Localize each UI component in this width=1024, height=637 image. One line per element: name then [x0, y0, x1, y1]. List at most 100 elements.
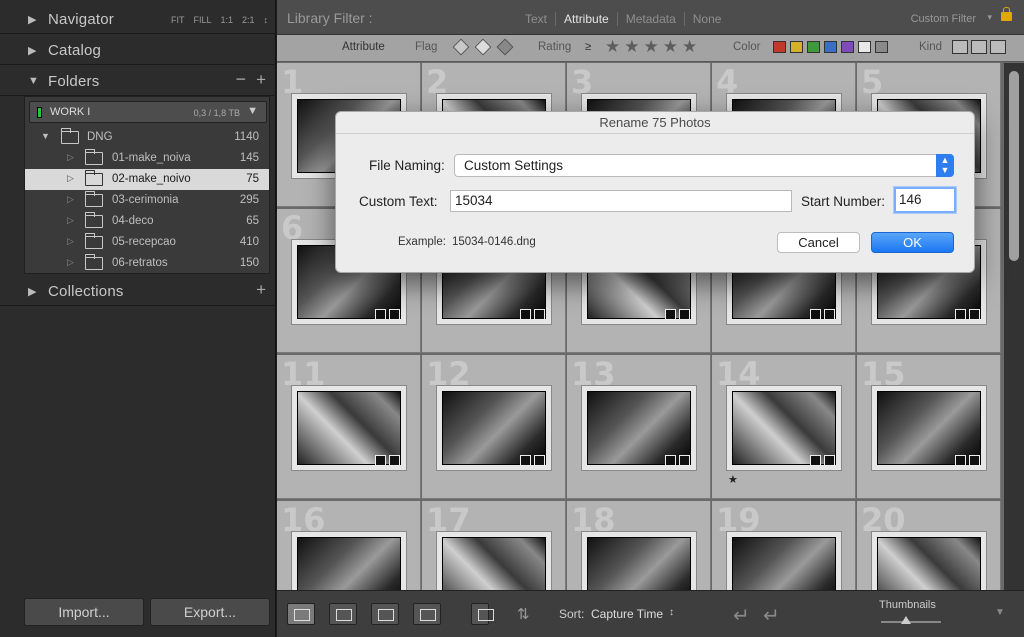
catalog-header[interactable]: ▶ Catalog: [0, 35, 276, 65]
photo-thumbnail[interactable]: [587, 391, 691, 465]
kind-virtual-copy-icon[interactable]: [971, 40, 987, 54]
photo-frame[interactable]: [581, 531, 697, 590]
metadata-badge-icon[interactable]: [665, 309, 676, 320]
grid-view-icon[interactable]: [287, 603, 315, 625]
expand-icon[interactable]: ▶: [28, 13, 36, 26]
slider-handle[interactable]: [901, 616, 911, 624]
photo-frame[interactable]: [581, 385, 697, 471]
metadata-badge-icon[interactable]: [955, 455, 966, 466]
scrollbar-thumb[interactable]: [1009, 71, 1019, 261]
collapse-icon[interactable]: ▼: [28, 75, 39, 87]
loupe-view-icon[interactable]: [329, 603, 357, 625]
rotate-left-icon[interactable]: ↵: [733, 603, 750, 628]
photo-frame[interactable]: [436, 531, 552, 590]
rating-stars[interactable]: ★★★★★: [605, 37, 701, 57]
color-green-swatch[interactable]: [807, 41, 820, 53]
photo-thumbnail[interactable]: [297, 391, 401, 465]
photo-frame[interactable]: [291, 385, 407, 471]
photo-thumbnail[interactable]: [877, 537, 981, 590]
develop-badge-icon[interactable]: [824, 309, 835, 320]
folder-row[interactable]: ▷ 04-deco 65: [25, 211, 269, 232]
remove-folder-button[interactable]: −: [235, 69, 246, 90]
color-none-swatch[interactable]: [875, 41, 888, 53]
photo-thumbnail[interactable]: [732, 391, 836, 465]
photo-cell[interactable]: 18: [567, 501, 711, 590]
tab-text[interactable]: Text: [517, 12, 555, 26]
color-blue-swatch[interactable]: [824, 41, 837, 53]
develop-badge-icon[interactable]: [534, 455, 545, 466]
photo-thumbnail[interactable]: [297, 537, 401, 590]
folders-header[interactable]: ▼ Folders − +: [0, 66, 276, 96]
rotate-right-icon[interactable]: ↵: [763, 603, 780, 628]
folder-row[interactable]: ▷ 01-make_noiva 145: [25, 148, 269, 169]
rating-star-icon[interactable]: ★: [728, 473, 738, 486]
develop-badge-icon[interactable]: [969, 309, 980, 320]
develop-badge-icon[interactable]: [679, 455, 690, 466]
folder-row-selected[interactable]: ▷ 02-make_noivo 75: [25, 169, 269, 190]
collections-header[interactable]: ▶ Collections +: [0, 276, 276, 306]
metadata-badge-icon[interactable]: [375, 309, 386, 320]
photo-cell[interactable]: 19: [712, 501, 856, 590]
filter-preset-dropdown[interactable]: Custom Filter: [911, 13, 976, 25]
develop-badge-icon[interactable]: [679, 309, 690, 320]
sort-chevron-icon[interactable]: ↕: [669, 607, 674, 618]
painter-icon[interactable]: [471, 603, 494, 625]
volume-menu-icon[interactable]: ▼: [247, 105, 258, 117]
metadata-badge-icon[interactable]: [520, 309, 531, 320]
develop-badge-icon[interactable]: [389, 455, 400, 466]
lock-icon[interactable]: [1001, 7, 1012, 21]
develop-badge-icon[interactable]: [534, 309, 545, 320]
folder-row[interactable]: ▷ 05-recepcao 410: [25, 232, 269, 253]
zoom-more-option[interactable]: ↕: [264, 15, 269, 25]
folder-expand-icon[interactable]: ▷: [67, 173, 74, 184]
kind-video-icon[interactable]: [990, 40, 1006, 54]
develop-badge-icon[interactable]: [824, 455, 835, 466]
zoom-fit-option[interactable]: FIT: [171, 15, 185, 25]
chevron-down-icon[interactable]: ▾: [987, 12, 992, 23]
photo-cell[interactable]: 12: [422, 355, 566, 499]
grid-scrollbar[interactable]: [1004, 63, 1024, 590]
tab-metadata[interactable]: Metadata: [616, 12, 684, 26]
expand-icon[interactable]: ▶: [28, 44, 36, 57]
folder-expand-icon[interactable]: ▷: [67, 194, 74, 205]
compare-view-icon[interactable]: [371, 603, 399, 625]
develop-badge-icon[interactable]: [389, 309, 400, 320]
photo-cell[interactable]: 16: [277, 501, 421, 590]
metadata-badge-icon[interactable]: [520, 455, 531, 466]
expand-icon[interactable]: ▶: [28, 285, 36, 298]
color-custom-swatch[interactable]: [858, 41, 871, 53]
photo-frame[interactable]: [871, 385, 987, 471]
sort-dropdown[interactable]: Capture Time: [591, 607, 663, 621]
add-folder-button[interactable]: +: [256, 70, 266, 90]
photo-frame[interactable]: [726, 385, 842, 471]
photo-frame[interactable]: [291, 531, 407, 590]
zoom-2-1-option[interactable]: 2:1: [242, 15, 255, 25]
photo-thumbnail[interactable]: [587, 537, 691, 590]
color-purple-swatch[interactable]: [841, 41, 854, 53]
photo-thumbnail[interactable]: [442, 537, 546, 590]
metadata-badge-icon[interactable]: [810, 455, 821, 466]
folder-expand-icon[interactable]: ▷: [67, 215, 74, 226]
export-button[interactable]: Export...: [150, 598, 270, 626]
photo-thumbnail[interactable]: [732, 537, 836, 590]
toolbar-menu-icon[interactable]: ▼: [995, 607, 1005, 618]
photo-cell[interactable]: 13: [567, 355, 711, 499]
color-yellow-swatch[interactable]: [790, 41, 803, 53]
survey-view-icon[interactable]: [413, 603, 441, 625]
kind-master-icon[interactable]: [952, 40, 968, 54]
folder-row[interactable]: ▷ 03-cerimonia 295: [25, 190, 269, 211]
photo-cell[interactable]: 11: [277, 355, 421, 499]
photo-cell[interactable]: 15: [857, 355, 1001, 499]
folder-row-root[interactable]: ▼ DNG 1140: [25, 127, 269, 148]
start-number-input[interactable]: 146: [894, 187, 956, 213]
tab-attribute[interactable]: Attribute: [555, 12, 617, 26]
zoom-fill-option[interactable]: FILL: [193, 15, 211, 25]
file-naming-select[interactable]: Custom Settings ▲ ▼: [454, 154, 954, 177]
add-collection-button[interactable]: +: [256, 280, 266, 300]
folder-expand-icon[interactable]: ▷: [67, 257, 74, 268]
photo-cell[interactable]: 14 ★: [712, 355, 856, 499]
photo-frame[interactable]: [436, 385, 552, 471]
collapse-icon[interactable]: ▼: [41, 131, 50, 141]
folder-expand-icon[interactable]: ▷: [67, 152, 74, 163]
color-red-swatch[interactable]: [773, 41, 786, 53]
